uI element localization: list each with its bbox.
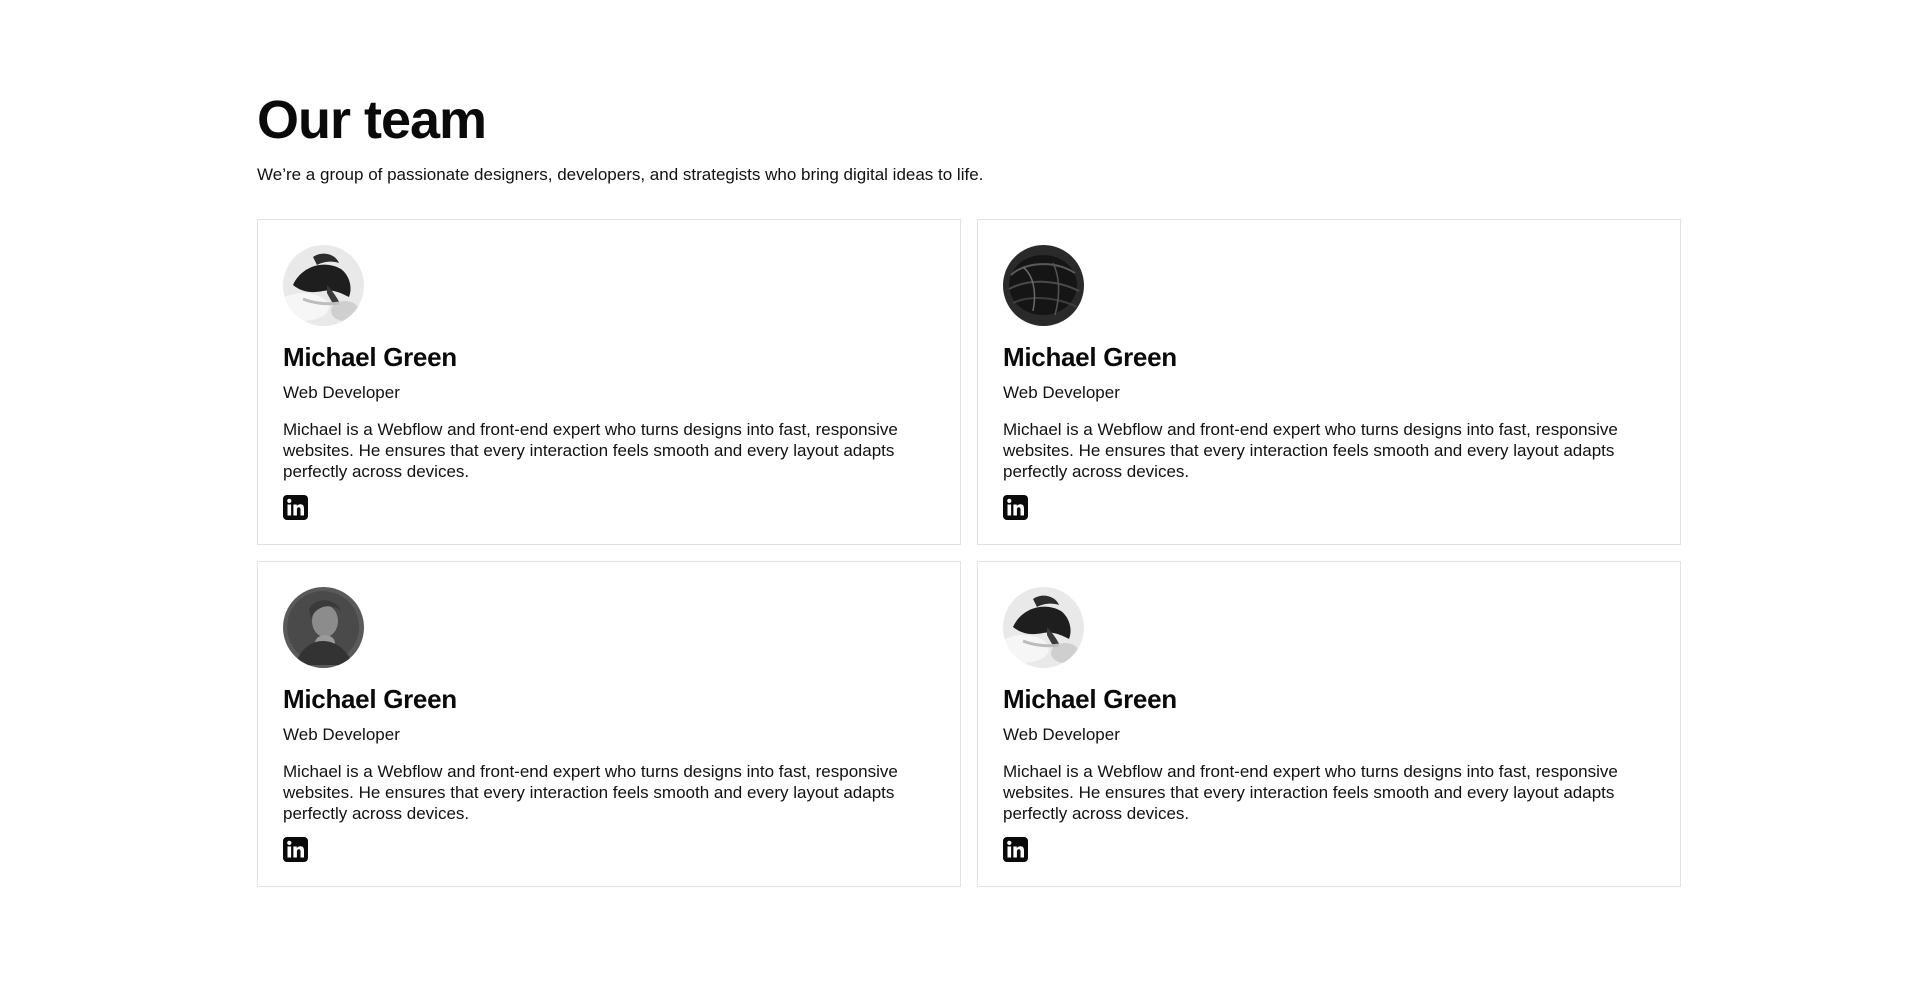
member-name: Michael Green bbox=[1003, 342, 1177, 372]
member-name: Michael Green bbox=[283, 342, 457, 372]
page-title: Our team bbox=[257, 90, 487, 150]
linkedin-icon bbox=[283, 495, 308, 520]
team-section: Our team We’re a group of passionate des… bbox=[257, 88, 1681, 887]
linkedin-icon bbox=[1003, 495, 1028, 520]
member-role: Web Developer bbox=[283, 383, 400, 402]
avatar bbox=[283, 587, 364, 668]
member-name: Michael Green bbox=[1003, 684, 1177, 714]
avatar bbox=[1003, 245, 1084, 326]
team-grid: Michael Green Web Developer Michael is a… bbox=[257, 219, 1681, 887]
team-member-card: Michael Green Web Developer Michael is a… bbox=[257, 219, 961, 545]
linkedin-link[interactable] bbox=[1003, 495, 1028, 520]
member-bio: Michael is a Webflow and front-end exper… bbox=[283, 762, 898, 823]
page-subtitle: We’re a group of passionate designers, d… bbox=[257, 165, 984, 184]
team-member-card: Michael Green Web Developer Michael is a… bbox=[977, 219, 1681, 545]
member-bio: Michael is a Webflow and front-end exper… bbox=[1003, 762, 1618, 823]
team-member-card: Michael Green Web Developer Michael is a… bbox=[977, 561, 1681, 887]
linkedin-link[interactable] bbox=[283, 837, 308, 862]
linkedin-link[interactable] bbox=[283, 495, 308, 520]
member-bio: Michael is a Webflow and front-end exper… bbox=[1003, 420, 1618, 481]
member-role: Web Developer bbox=[283, 725, 400, 744]
linkedin-icon bbox=[283, 837, 308, 862]
team-member-card: Michael Green Web Developer Michael is a… bbox=[257, 561, 961, 887]
member-name: Michael Green bbox=[283, 684, 457, 714]
linkedin-link[interactable] bbox=[1003, 837, 1028, 862]
linkedin-icon bbox=[1003, 837, 1028, 862]
avatar bbox=[283, 245, 364, 326]
member-role: Web Developer bbox=[1003, 725, 1120, 744]
avatar bbox=[1003, 587, 1084, 668]
member-bio: Michael is a Webflow and front-end exper… bbox=[283, 420, 898, 481]
member-role: Web Developer bbox=[1003, 383, 1120, 402]
